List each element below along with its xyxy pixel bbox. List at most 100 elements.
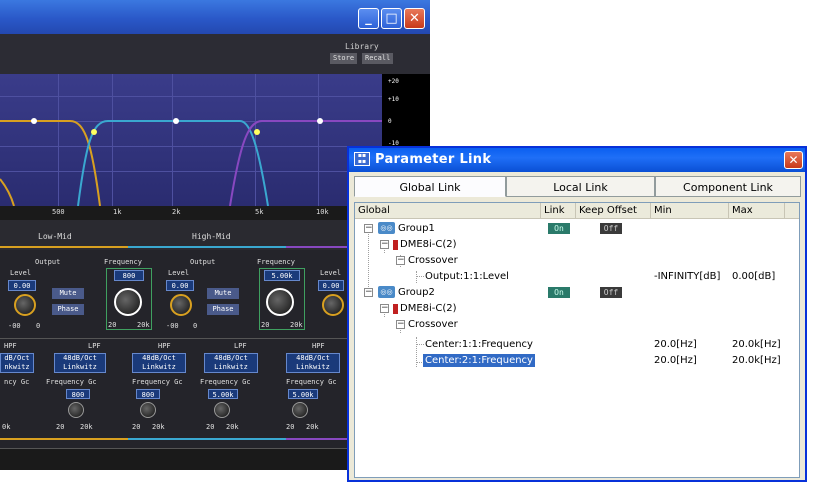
freq-label: 5k xyxy=(255,208,264,216)
highmid-node xyxy=(173,118,179,124)
hpf-slope-type[interactable]: dB/Oct nkwitz xyxy=(0,353,34,373)
dialog-title-bar[interactable]: ▪▪ ▪▪ Parameter Link ✕ xyxy=(349,148,805,172)
level-value[interactable]: 0.00 xyxy=(166,280,194,291)
tree-row-device[interactable]: − DME8i-C(2) xyxy=(355,301,799,317)
mute-button[interactable]: Mute xyxy=(207,288,239,299)
level-knob[interactable] xyxy=(14,294,36,316)
hpf-slope-type[interactable]: 48dB/Oct Linkwitz xyxy=(286,353,340,373)
lpf-frequency-gc-label: Frequency Gc xyxy=(200,378,251,386)
dme-app-icon: ▪▪ ▪▪ xyxy=(354,152,370,166)
tree-row-component[interactable]: − Crossover xyxy=(355,253,799,269)
column-link[interactable]: Link xyxy=(541,203,576,219)
column-keep-offset[interactable]: Keep Offset xyxy=(576,203,651,219)
hpf-freq-value[interactable]: 5.00k xyxy=(288,389,318,399)
library-store-button[interactable]: Store xyxy=(330,53,358,64)
lpf-freq-knob[interactable] xyxy=(214,402,230,418)
column-min[interactable]: Min xyxy=(651,203,729,219)
tree-row-group1[interactable]: − ◎◎ Group1 On Off xyxy=(355,221,799,237)
editor-title-bar[interactable]: _ □ ✕ xyxy=(0,0,430,34)
device-label: DME8i-C(2) xyxy=(400,239,457,250)
level-knob[interactable] xyxy=(322,294,344,316)
freq-max-label: 20k xyxy=(80,423,93,431)
tree-row-parameter-selected[interactable]: Center:2:1:Frequency 20.0[Hz] 20.0k[Hz] xyxy=(355,353,799,369)
tree-row-group2[interactable]: − ◎◎ Group2 On Off xyxy=(355,285,799,301)
lowmid-node xyxy=(31,118,37,124)
minimize-button[interactable]: _ xyxy=(358,8,379,29)
collapse-icon[interactable]: − xyxy=(364,224,373,233)
lpf-freq-value[interactable]: 800 xyxy=(66,389,90,399)
collapse-icon[interactable]: − xyxy=(396,320,405,329)
band-name: High-Mid xyxy=(192,232,231,241)
collapse-icon[interactable]: − xyxy=(364,288,373,297)
collapse-icon[interactable]: − xyxy=(380,240,389,249)
hpf-label: HPF xyxy=(4,342,17,350)
tab-local-link[interactable]: Local Link xyxy=(506,176,655,197)
level-value[interactable]: 0.00 xyxy=(8,280,36,291)
hpf-frequency-gc-label: ncy Gc xyxy=(4,378,30,386)
level-label: Level xyxy=(10,269,32,277)
tree-row-device[interactable]: − DME8i-C(2) xyxy=(355,237,799,253)
library-bar: Library Store Recall xyxy=(0,34,430,75)
lpf-label: LPF xyxy=(88,342,101,350)
freq-max-label: 20k xyxy=(226,423,239,431)
column-global[interactable]: Global xyxy=(355,203,541,219)
band-color-bar xyxy=(128,246,286,248)
freq-max-label: 20k xyxy=(306,423,319,431)
link-on-toggle[interactable]: On xyxy=(548,287,570,298)
keep-offset-off-toggle[interactable]: Off xyxy=(600,223,622,234)
lpf-slope-type[interactable]: 48dB/Oct Linkwitz xyxy=(54,353,106,373)
crossover-freq-knob[interactable] xyxy=(114,288,142,316)
level-knob[interactable] xyxy=(170,294,192,316)
crossover-node-2 xyxy=(254,129,260,135)
component-label: Crossover xyxy=(408,319,458,330)
range-min: -00 xyxy=(8,322,21,330)
low-curve-tail xyxy=(0,178,15,206)
tree-row-parameter[interactable]: Output:1:1:Level -INFINITY[dB] 0.00[dB] xyxy=(355,269,799,285)
freq-min-label: 20 xyxy=(286,423,295,431)
library-recall-button[interactable]: Recall xyxy=(362,53,394,64)
lpf-label: LPF xyxy=(234,342,247,350)
db-label: 0 xyxy=(388,118,392,125)
tab-global-link[interactable]: Global Link xyxy=(354,176,506,197)
freq-max-label: 20k xyxy=(290,321,303,329)
level-value[interactable]: 0.00 xyxy=(318,280,344,291)
link-on-toggle[interactable]: On xyxy=(548,223,570,234)
response-curves xyxy=(0,118,382,206)
keep-offset-off-toggle[interactable]: Off xyxy=(600,287,622,298)
phase-button[interactable]: Phase xyxy=(52,304,84,315)
crossover-response-graph[interactable] xyxy=(0,74,382,206)
mute-button[interactable]: Mute xyxy=(52,288,84,299)
column-max[interactable]: Max xyxy=(729,203,785,219)
lpf-freq-value[interactable]: 5.00k xyxy=(208,389,238,399)
hpf-freq-knob[interactable] xyxy=(292,402,308,418)
tree-row-component[interactable]: − Crossover xyxy=(355,317,799,333)
close-button[interactable]: ✕ xyxy=(404,8,425,29)
frequency-label: Frequency xyxy=(257,258,295,266)
collapse-icon[interactable]: − xyxy=(396,256,405,265)
lpf-freq-knob[interactable] xyxy=(68,402,84,418)
device-icon xyxy=(393,240,398,250)
phase-button[interactable]: Phase xyxy=(207,304,239,315)
freq-label: 500 xyxy=(52,208,65,216)
crossover-freq-knob[interactable] xyxy=(266,288,294,316)
hpf-freq-value[interactable]: 800 xyxy=(136,389,160,399)
collapse-icon[interactable]: − xyxy=(380,304,389,313)
link-tree-list[interactable]: Global Link Keep Offset Min Max − ◎◎ Gro… xyxy=(354,202,800,478)
tab-component-link[interactable]: Component Link xyxy=(655,176,801,197)
tree-row-parameter[interactable]: Center:1:1:Frequency 20.0[Hz] 20.0k[Hz] xyxy=(355,337,799,353)
lpf-slope-type[interactable]: 48dB/Oct Linkwitz xyxy=(204,353,258,373)
range-min: -00 xyxy=(166,322,179,330)
crossover-freq-value[interactable]: 5.00k xyxy=(264,270,300,281)
dialog-close-button[interactable]: ✕ xyxy=(784,151,803,169)
db-label: +20 xyxy=(388,78,399,85)
band-color-bar xyxy=(0,246,128,248)
maximize-button[interactable]: □ xyxy=(381,8,402,29)
db-label: +10 xyxy=(388,96,399,103)
parameter-label: Center:1:1:Frequency xyxy=(425,339,533,350)
hpf-slope-type[interactable]: 48dB/Oct Linkwitz xyxy=(132,353,186,373)
crossover-freq-value[interactable]: 800 xyxy=(114,270,144,281)
parameter-max: 20.0k[Hz] xyxy=(732,355,781,366)
freq-min-label: 20 xyxy=(261,321,270,329)
group-icon: ◎◎ xyxy=(378,222,395,234)
hpf-freq-knob[interactable] xyxy=(140,402,156,418)
